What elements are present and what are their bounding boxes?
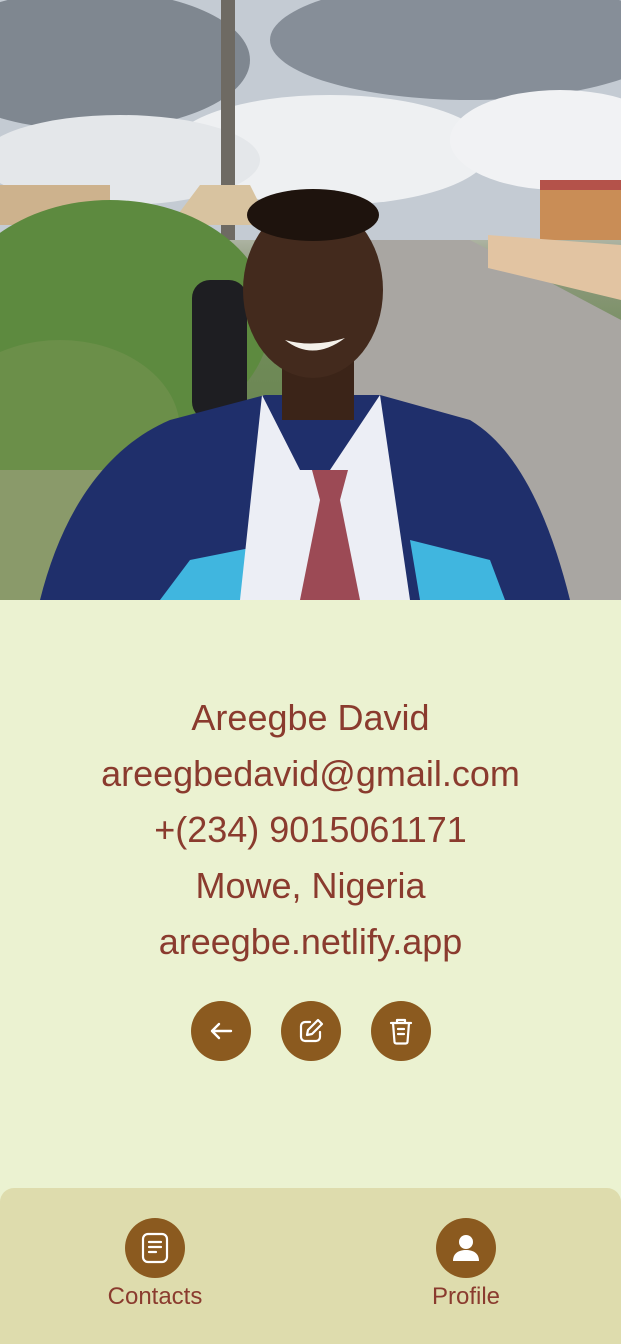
contact-location: Mowe, Nigeria bbox=[195, 865, 426, 906]
bottom-navigation: Contacts Profile bbox=[0, 1188, 621, 1344]
nav-item-profile[interactable]: Profile bbox=[386, 1218, 546, 1312]
nav-contacts-label: Contacts bbox=[107, 1283, 203, 1310]
edit-icon bbox=[299, 1018, 323, 1043]
contact-phone: +(234) 9015061171 bbox=[154, 809, 467, 850]
contact-website: areegbe.netlify.app bbox=[158, 921, 463, 962]
action-buttons bbox=[0, 1001, 621, 1061]
contact-name: Areegbe David bbox=[191, 697, 430, 738]
contact-email: areegbedavid@gmail.com bbox=[101, 753, 520, 794]
back-button[interactable] bbox=[190, 1001, 251, 1061]
nav-item-contacts[interactable]: Contacts bbox=[75, 1218, 235, 1312]
arrow-left-icon bbox=[210, 1022, 232, 1040]
edit-button[interactable] bbox=[280, 1001, 341, 1061]
contact-details: Areegbe David areegbedavid@gmail.com +(2… bbox=[0, 690, 621, 970]
trash-icon bbox=[389, 1018, 412, 1045]
delete-button[interactable] bbox=[370, 1001, 431, 1061]
document-icon bbox=[141, 1232, 169, 1264]
nav-profile-label: Profile bbox=[431, 1283, 501, 1310]
profile-photo-illustration bbox=[0, 0, 621, 600]
nav-profile-icon-container bbox=[436, 1218, 496, 1278]
person-icon bbox=[453, 1235, 479, 1261]
nav-contacts-icon-container bbox=[125, 1218, 185, 1278]
profile-photo bbox=[0, 0, 621, 600]
